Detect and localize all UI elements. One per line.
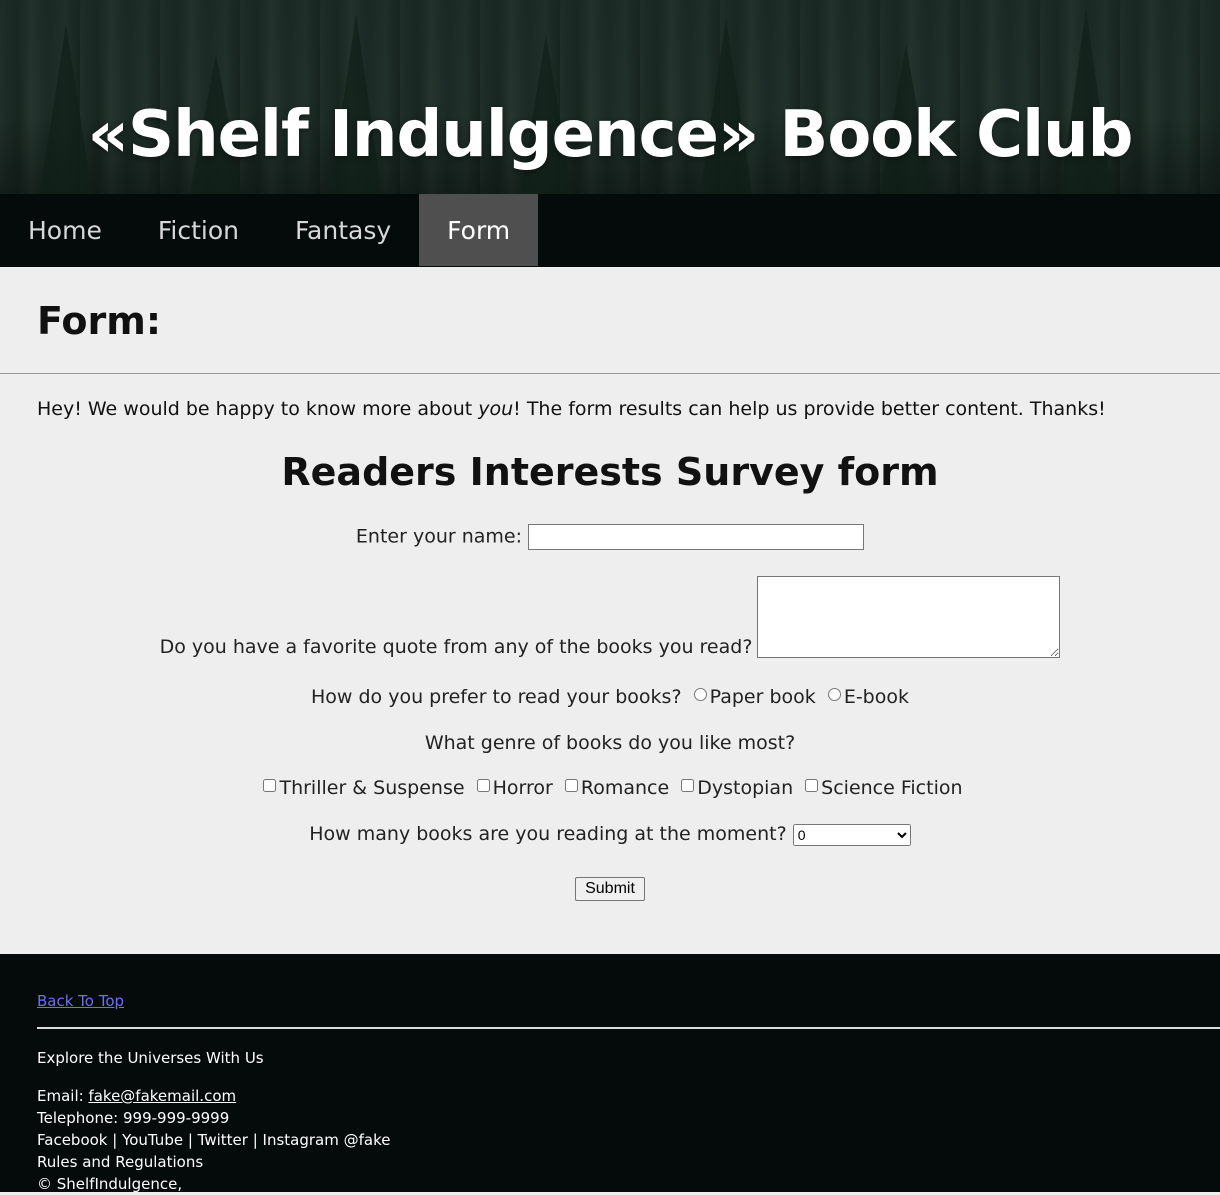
- intro-text-end: ! The form results can help us provide b…: [513, 398, 1106, 420]
- checkbox-dystopian-label: Dystopian: [697, 777, 794, 799]
- genre-question: What genre of books do you like most?: [424, 732, 796, 754]
- checkbox-thriller-label: Thriller & Suspense: [279, 777, 465, 799]
- intro-text: Hey! We would be happy to know more abou…: [37, 398, 1183, 420]
- footer-divider: [37, 1027, 1220, 1029]
- radio-paper-book-label: Paper book: [709, 686, 816, 708]
- divider: [0, 373, 1220, 374]
- checkbox-science-fiction[interactable]: [805, 779, 819, 792]
- checkbox-science-fiction-label: Science Fiction: [821, 777, 963, 799]
- rules-link[interactable]: Rules and Regulations: [37, 1151, 1220, 1173]
- quote-row: Do you have a favorite quote from any of…: [37, 576, 1183, 658]
- genre-row: Thriller & Suspense Horror Romance Dysto…: [37, 777, 1183, 799]
- quote-label: Do you have a favorite quote from any of…: [159, 636, 753, 658]
- site-title: «Shelf Indulgence» Book Club: [87, 98, 1134, 172]
- name-input[interactable]: [528, 524, 865, 550]
- read-format-row: How do you prefer to read your books? Pa…: [37, 686, 1183, 708]
- main-content: Form: Hey! We would be happy to know mor…: [0, 267, 1220, 901]
- checkbox-horror-label: Horror: [492, 777, 553, 799]
- book-count-select[interactable]: 0: [792, 823, 911, 846]
- quote-textarea[interactable]: [757, 576, 1061, 658]
- submit-button[interactable]: Submit: [575, 876, 645, 901]
- nav-item-fiction[interactable]: Fiction: [130, 194, 267, 266]
- checkbox-dystopian[interactable]: [681, 779, 695, 792]
- radio-paper-book[interactable]: [693, 688, 707, 701]
- radio-e-book[interactable]: [827, 688, 841, 701]
- book-count-row: How many books are you reading at the mo…: [37, 823, 1183, 846]
- name-row: Enter your name:: [37, 524, 1183, 550]
- checkbox-thriller[interactable]: [263, 779, 277, 792]
- nav-item-home[interactable]: Home: [0, 194, 130, 266]
- read-format-label: How do you prefer to read your books?: [311, 686, 682, 708]
- checkbox-romance-label: Romance: [580, 777, 670, 799]
- nav-item-fantasy[interactable]: Fantasy: [267, 194, 419, 266]
- form-title: Readers Interests Survey form: [281, 450, 939, 494]
- intro-emphasis: you: [478, 398, 514, 420]
- main-nav: Home Fiction Fantasy Form: [0, 194, 1220, 267]
- footer-contact: Email: fake@fakemail.com Telephone: 999-…: [37, 1085, 1220, 1195]
- submit-row: Submit: [37, 876, 1183, 901]
- telephone-line: Telephone: 999-999-9999: [37, 1109, 230, 1127]
- footer-tagline: Explore the Universes With Us: [37, 1049, 264, 1067]
- book-count-label: How many books are you reading at the mo…: [309, 823, 787, 845]
- checkbox-romance[interactable]: [564, 779, 578, 792]
- checkbox-horror[interactable]: [476, 779, 490, 792]
- radio-e-book-label: E-book: [843, 686, 909, 708]
- email-line: Email: fake@fakemail.com: [37, 1085, 1220, 1107]
- footer: Back To Top Explore the Universes With U…: [0, 954, 1220, 1195]
- back-to-top-link[interactable]: Back To Top: [37, 992, 124, 1010]
- intro-text-start: Hey! We would be happy to know more abou…: [37, 398, 479, 420]
- header-banner: «Shelf Indulgence» Book Club: [0, 0, 1220, 194]
- nav-item-form[interactable]: Form: [419, 194, 539, 266]
- email-label: Email:: [37, 1087, 89, 1105]
- social-links[interactable]: Facebook | YouTube | Twitter | Instagram…: [37, 1129, 1220, 1151]
- page-title: Form:: [37, 299, 162, 343]
- email-link[interactable]: fake@fakemail.com: [88, 1087, 236, 1105]
- name-label: Enter your name:: [355, 525, 523, 548]
